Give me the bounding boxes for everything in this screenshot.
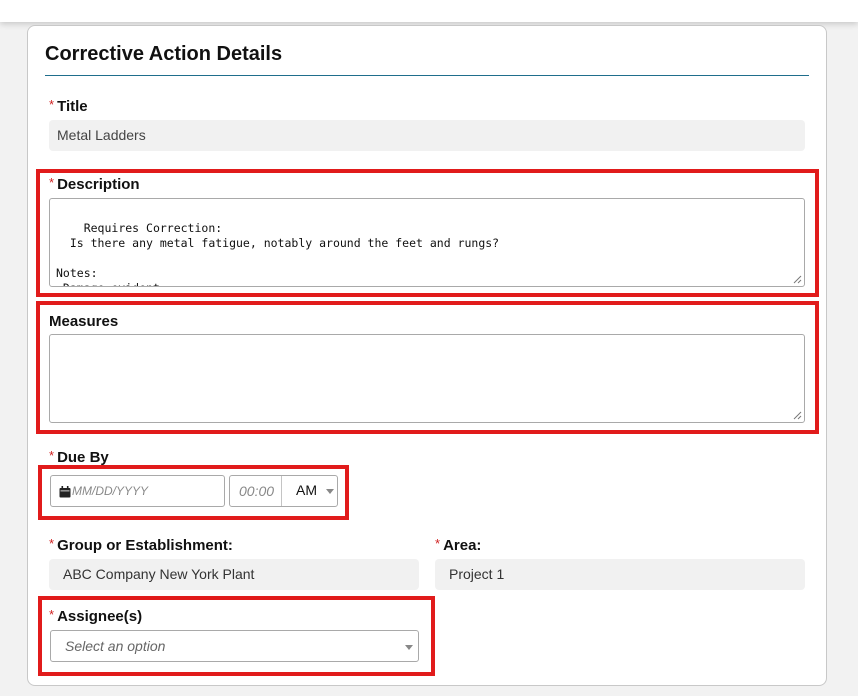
assignees-placeholder: Select an option: [65, 638, 166, 654]
title-label: * Title: [49, 97, 88, 115]
group-value: ABC Company New York Plant: [49, 559, 419, 590]
required-marker: *: [49, 448, 55, 463]
chevron-down-icon[interactable]: [405, 645, 413, 650]
description-text: Requires Correction: Is there any metal …: [56, 221, 500, 286]
description-label: * Description: [49, 175, 140, 193]
measures-label: Measures: [49, 313, 119, 330]
title-value: Metal Ladders: [49, 120, 805, 151]
assignees-label: * Assignee(s): [49, 607, 143, 625]
due-by-label: * Due By: [49, 448, 109, 466]
card-title: Corrective Action Details: [45, 43, 283, 65]
group-label: * Group or Establishment:: [49, 536, 233, 554]
ampm-select[interactable]: AM: [281, 476, 338, 506]
time-placeholder[interactable]: 00:00: [239, 476, 274, 506]
title-divider: [45, 75, 809, 76]
area-value: Project 1: [435, 559, 805, 590]
chevron-down-icon[interactable]: [326, 489, 334, 494]
ampm-value: AM: [296, 482, 317, 498]
area-label: * Area:: [435, 536, 482, 554]
description-textarea[interactable]: Requires Correction: Is there any metal …: [49, 198, 805, 287]
required-marker: *: [49, 536, 55, 551]
due-date-input[interactable]: MM/DD/YYYY: [50, 475, 225, 507]
top-bar: [0, 0, 858, 22]
resize-handle-icon[interactable]: [793, 275, 802, 284]
required-marker: *: [49, 175, 55, 190]
assignees-select[interactable]: Select an option: [50, 630, 419, 662]
date-placeholder: MM/DD/YYYY: [72, 484, 149, 498]
due-time-input[interactable]: 00:00 AM: [229, 475, 338, 507]
resize-handle-icon[interactable]: [793, 411, 802, 420]
measures-textarea[interactable]: [49, 334, 805, 423]
required-marker: *: [49, 607, 55, 622]
required-marker: *: [49, 97, 55, 112]
required-marker: *: [435, 536, 441, 551]
calendar-icon[interactable]: [59, 486, 71, 498]
corrective-action-card: Corrective Action Details * Title Metal L…: [27, 25, 827, 686]
